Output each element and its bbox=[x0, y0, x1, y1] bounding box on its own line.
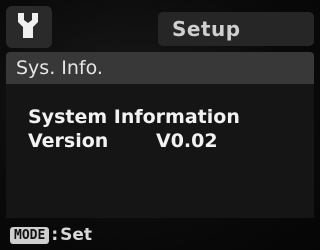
setup-tab-label: Setup bbox=[172, 17, 241, 41]
footer-action-label: Set bbox=[60, 225, 93, 245]
info-heading: System Information bbox=[28, 106, 240, 128]
footer-separator: : bbox=[51, 225, 59, 245]
setup-tab[interactable]: Setup bbox=[158, 12, 314, 46]
version-value: V0.02 bbox=[156, 130, 218, 152]
version-label: Version bbox=[28, 130, 109, 152]
footer-hint: MODE : Set bbox=[6, 222, 314, 248]
wrench-icon bbox=[14, 10, 44, 44]
info-panel: System Information Version V0.02 bbox=[6, 84, 314, 218]
top-bar: Setup bbox=[6, 6, 314, 48]
section-title: Sys. Info. bbox=[16, 57, 103, 79]
section-header[interactable]: Sys. Info. bbox=[6, 52, 314, 84]
setup-menu-tab[interactable] bbox=[6, 6, 52, 48]
mode-button-badge[interactable]: MODE bbox=[10, 226, 50, 244]
